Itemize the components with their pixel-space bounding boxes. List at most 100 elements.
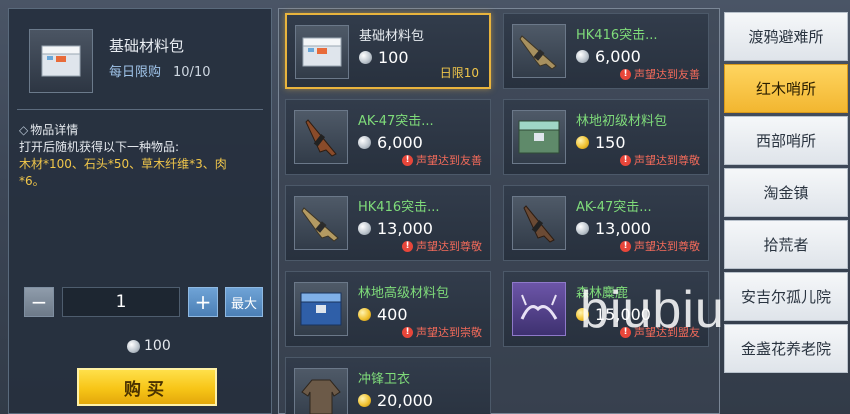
deer-antler-mask-icon: [512, 282, 566, 336]
item-price-value: 13,000: [377, 219, 433, 238]
divider: [17, 109, 263, 110]
gold-coin-icon: [576, 136, 589, 149]
item-price-value: 100: [378, 48, 409, 67]
shop-item-card[interactable]: 林地高级材料包 400 ! 声望达到崇敬: [285, 271, 491, 347]
item-price: 6,000: [576, 47, 641, 66]
tab-location[interactable]: 拾荒者: [724, 220, 848, 269]
rifle-icon: [294, 110, 348, 164]
item-name: 基础材料包: [109, 37, 185, 55]
shop-item-card[interactable]: HK416突击... 6,000 ! 声望达到友善: [503, 13, 709, 89]
silver-coin-icon: [358, 136, 371, 149]
item-price-value: 20,000: [377, 391, 433, 410]
item-price: 20,000: [358, 391, 433, 410]
rifle-icon: [512, 196, 566, 250]
reputation-requirement: ! 声望达到友善: [402, 152, 482, 168]
material-box-icon: [295, 25, 349, 79]
limit-count: 10/10: [173, 65, 211, 80]
max-button[interactable]: 最大: [225, 287, 263, 317]
warning-icon: !: [402, 240, 413, 252]
total-price-value: 100: [144, 338, 171, 354]
diamond-icon: ◇: [19, 123, 29, 137]
item-title: 基础材料包: [359, 29, 425, 44]
reputation-requirement: ! 声望达到尊敬: [620, 238, 700, 254]
daily-limit: 每日限购 10/10: [109, 61, 210, 80]
minus-button[interactable]: −: [24, 287, 54, 317]
silver-coin-icon: [127, 339, 140, 353]
tab-location[interactable]: 渡鸦避难所: [724, 12, 848, 61]
shop-item-card[interactable]: AK-47突击... 13,000 ! 声望达到尊敬: [503, 185, 709, 261]
info-title: 物品详情: [30, 123, 79, 137]
reputation-requirement: ! 声望达到崇敬: [402, 324, 482, 340]
requirement-text: 声望达到崇敬: [416, 326, 482, 339]
item-price-value: 6,000: [595, 47, 641, 66]
shop-grid: 基础材料包 100 日限10 HK416突击... 6,000 ! 声望达到友善 …: [278, 8, 720, 414]
material-chest-icon: [294, 282, 348, 336]
silver-coin-icon: [576, 50, 589, 63]
location-tabs: 渡鸦避难所 红木哨所 西部哨所 淘金镇 拾荒者 安吉尔孤儿院 金盏花养老院: [724, 8, 850, 414]
tab-location[interactable]: 安吉尔孤儿院: [724, 272, 848, 321]
item-price: 150: [576, 133, 626, 152]
warning-icon: !: [402, 326, 413, 338]
item-price-value: 13,000: [595, 219, 651, 238]
item-price: 6,000: [358, 133, 423, 152]
jacket-icon: [294, 368, 348, 414]
shop-item-card[interactable]: 基础材料包 100 日限10: [285, 13, 491, 89]
item-price: 13,000: [576, 219, 651, 238]
material-crate-icon: [512, 110, 566, 164]
requirement-text: 声望达到尊敬: [634, 240, 700, 253]
tab-location[interactable]: 红木哨所: [724, 64, 848, 113]
tab-location[interactable]: 西部哨所: [724, 116, 848, 165]
item-title: 冲锋卫衣: [358, 372, 411, 387]
item-price: 100: [359, 48, 409, 67]
item-title: 林地高级材料包: [358, 286, 450, 301]
rifle-icon: [512, 24, 566, 78]
total-price: 100: [127, 338, 171, 354]
item-title: HK416突击...: [358, 200, 440, 215]
silver-coin-icon: [358, 222, 371, 235]
limit-label: 每日限购: [109, 65, 162, 80]
desc-line-3: *6。: [19, 174, 45, 188]
item-price: 400: [358, 305, 408, 324]
requirement-text: 声望达到友善: [416, 154, 482, 167]
reputation-requirement: ! 声望达到尊敬: [620, 152, 700, 168]
warning-icon: !: [620, 154, 631, 166]
desc-line-2: 木材*100、石头*50、草木纤维*3、肉: [19, 157, 227, 171]
item-title: AK-47突击...: [576, 200, 652, 215]
item-description: 打开后随机获得以下一种物品: 木材*100、石头*50、草木纤维*3、肉 *6。: [19, 139, 269, 190]
tab-location[interactable]: 金盏花养老院: [724, 324, 848, 373]
warning-icon: !: [620, 68, 631, 80]
item-title: HK416突击...: [576, 28, 658, 43]
rifle-icon: [294, 196, 348, 250]
requirement-text: 声望达到尊敬: [634, 154, 700, 167]
requirement-text: 声望达到尊敬: [416, 240, 482, 253]
item-price-value: 6,000: [377, 133, 423, 152]
shop-item-card[interactable]: 冲锋卫衣 20,000: [285, 357, 491, 414]
warning-icon: !: [620, 240, 631, 252]
info-heading: ◇ 物品详情: [19, 121, 78, 138]
buy-button[interactable]: 购买: [77, 368, 217, 406]
item-detail-panel: 基础材料包 每日限购 10/10 ◇ 物品详情 打开后随机获得以下一种物品: 木材*…: [8, 8, 272, 414]
warning-icon: !: [402, 154, 413, 166]
material-box-icon: [29, 29, 93, 93]
reputation-requirement: ! 声望达到尊敬: [402, 238, 482, 254]
gold-coin-icon: [358, 308, 371, 321]
item-price-value: 400: [377, 305, 408, 324]
daily-limit-note: 日限10: [439, 66, 479, 80]
shop-item-card[interactable]: 林地初级材料包 150 ! 声望达到尊敬: [503, 99, 709, 175]
requirement-text: 声望达到友善: [634, 68, 700, 81]
gold-coin-icon: [358, 394, 371, 407]
item-title: 林地初级材料包: [576, 114, 668, 129]
item-price-value: 150: [595, 133, 626, 152]
plus-button[interactable]: +: [188, 287, 218, 317]
watermark: biubiu: [580, 281, 725, 339]
desc-line-1: 打开后随机获得以下一种物品:: [19, 140, 180, 154]
item-price: 13,000: [358, 219, 433, 238]
shop-item-card[interactable]: AK-47突击... 6,000 ! 声望达到友善: [285, 99, 491, 175]
item-title: AK-47突击...: [358, 114, 434, 129]
reputation-requirement: ! 声望达到友善: [620, 66, 700, 82]
silver-coin-icon: [359, 51, 372, 64]
quantity-input[interactable]: 1: [62, 287, 180, 317]
silver-coin-icon: [576, 222, 589, 235]
shop-item-card[interactable]: HK416突击... 13,000 ! 声望达到尊敬: [285, 185, 491, 261]
tab-location[interactable]: 淘金镇: [724, 168, 848, 217]
